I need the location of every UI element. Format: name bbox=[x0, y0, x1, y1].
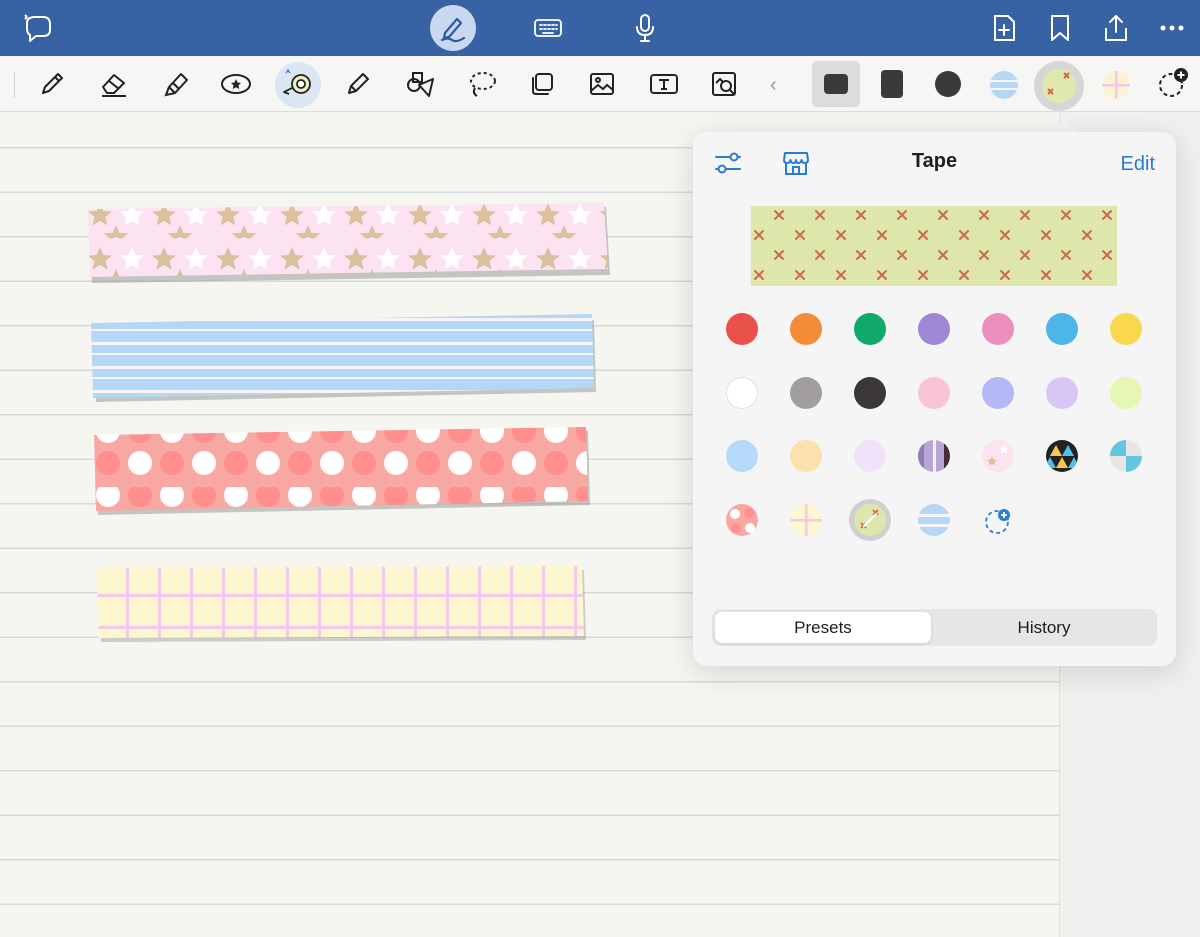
rounded-rect-wide-shape[interactable] bbox=[824, 74, 848, 94]
swatch-light-lime[interactable] bbox=[1110, 377, 1142, 409]
popover-title: Tape bbox=[911, 150, 958, 172]
eraser-icon[interactable] bbox=[92, 62, 136, 106]
swatch-purple[interactable] bbox=[918, 313, 950, 345]
tape-popover: Tape Edit Presets History bbox=[693, 132, 1176, 666]
recent-tape-grid[interactable] bbox=[1102, 71, 1130, 99]
swatch-light-pink[interactable] bbox=[918, 377, 950, 409]
swatch-yellow[interactable] bbox=[1110, 313, 1142, 345]
swatch-pattern-quad-blue[interactable] bbox=[1110, 440, 1142, 472]
sticker-icon[interactable] bbox=[214, 62, 258, 106]
popover-arrow bbox=[1050, 118, 1078, 133]
swatch-red[interactable] bbox=[726, 313, 758, 345]
swatch-gray[interactable] bbox=[790, 377, 822, 409]
rounded-rect-tall-shape[interactable] bbox=[881, 70, 903, 98]
swatch-pattern-cross-green[interactable] bbox=[854, 504, 886, 536]
top-bar bbox=[0, 0, 1200, 56]
swatch-lavender[interactable] bbox=[1046, 377, 1078, 409]
swatch-white[interactable] bbox=[726, 377, 758, 409]
element-icon[interactable] bbox=[520, 62, 564, 106]
recent-tape-stripes[interactable] bbox=[990, 71, 1018, 99]
swatch-light-blue[interactable] bbox=[726, 440, 758, 472]
add-custom-tape-icon-toolbar[interactable] bbox=[1156, 67, 1190, 101]
pen-icon[interactable] bbox=[30, 62, 74, 106]
swatch-orange[interactable] bbox=[790, 313, 822, 345]
microphone-icon[interactable] bbox=[630, 0, 660, 56]
highlighter-icon[interactable] bbox=[154, 62, 198, 106]
swatch-pattern-polka[interactable] bbox=[726, 504, 758, 536]
handwriting-pen-icon[interactable] bbox=[430, 0, 476, 56]
more-icon[interactable] bbox=[1156, 0, 1188, 56]
add-custom-tape-icon[interactable] bbox=[983, 505, 1015, 542]
text-box-icon[interactable] bbox=[642, 62, 686, 106]
swatch-black[interactable] bbox=[854, 377, 886, 409]
swatch-peach[interactable] bbox=[790, 440, 822, 472]
keyboard-icon[interactable] bbox=[530, 0, 566, 56]
tape-strip-grid[interactable] bbox=[94, 562, 589, 644]
presets-tab[interactable]: Presets bbox=[715, 612, 931, 643]
tape-preview bbox=[751, 206, 1117, 286]
swatch-green[interactable] bbox=[854, 313, 886, 345]
presets-history-segmented-control: Presets History bbox=[712, 609, 1157, 646]
tool-bar: ‹ bbox=[0, 56, 1200, 112]
swatch-pattern-stripes[interactable] bbox=[918, 504, 950, 536]
swatch-pale-lilac[interactable] bbox=[854, 440, 886, 472]
tape-icon[interactable] bbox=[276, 62, 320, 106]
swatch-periwinkle[interactable] bbox=[982, 377, 1014, 409]
pencil-icon[interactable] bbox=[336, 62, 380, 106]
shapes-icon[interactable] bbox=[398, 62, 442, 106]
tape-strip-stripes[interactable] bbox=[86, 310, 601, 406]
image-icon[interactable] bbox=[580, 62, 624, 106]
swatch-pattern-lilac-stripe[interactable] bbox=[918, 440, 950, 472]
edit-button[interactable]: Edit bbox=[1121, 153, 1155, 176]
swatch-pink[interactable] bbox=[982, 313, 1014, 345]
swatch-pattern-star-pink[interactable] bbox=[982, 440, 1014, 472]
swatch-pattern-grid[interactable] bbox=[790, 504, 822, 536]
collapse-chevron-icon[interactable]: ‹ bbox=[770, 74, 777, 97]
share-icon[interactable] bbox=[1100, 0, 1132, 56]
swatch-pattern-triangles[interactable] bbox=[1046, 440, 1078, 472]
tape-strip-polka[interactable] bbox=[90, 423, 595, 519]
lasso-icon[interactable] bbox=[460, 62, 504, 106]
zoom-window-icon[interactable] bbox=[702, 62, 746, 106]
swatch-sky-blue[interactable] bbox=[1046, 313, 1078, 345]
toolbar-divider bbox=[14, 72, 15, 98]
current-tape-cross-green[interactable] bbox=[1042, 69, 1076, 103]
add-page-icon[interactable] bbox=[988, 0, 1020, 56]
bookmark-icon[interactable] bbox=[1046, 0, 1074, 56]
history-tab[interactable]: History bbox=[934, 612, 1154, 643]
lasso-comment-icon[interactable] bbox=[18, 0, 58, 56]
tape-strip-stars[interactable] bbox=[84, 195, 614, 287]
circle-shape[interactable] bbox=[935, 71, 961, 97]
